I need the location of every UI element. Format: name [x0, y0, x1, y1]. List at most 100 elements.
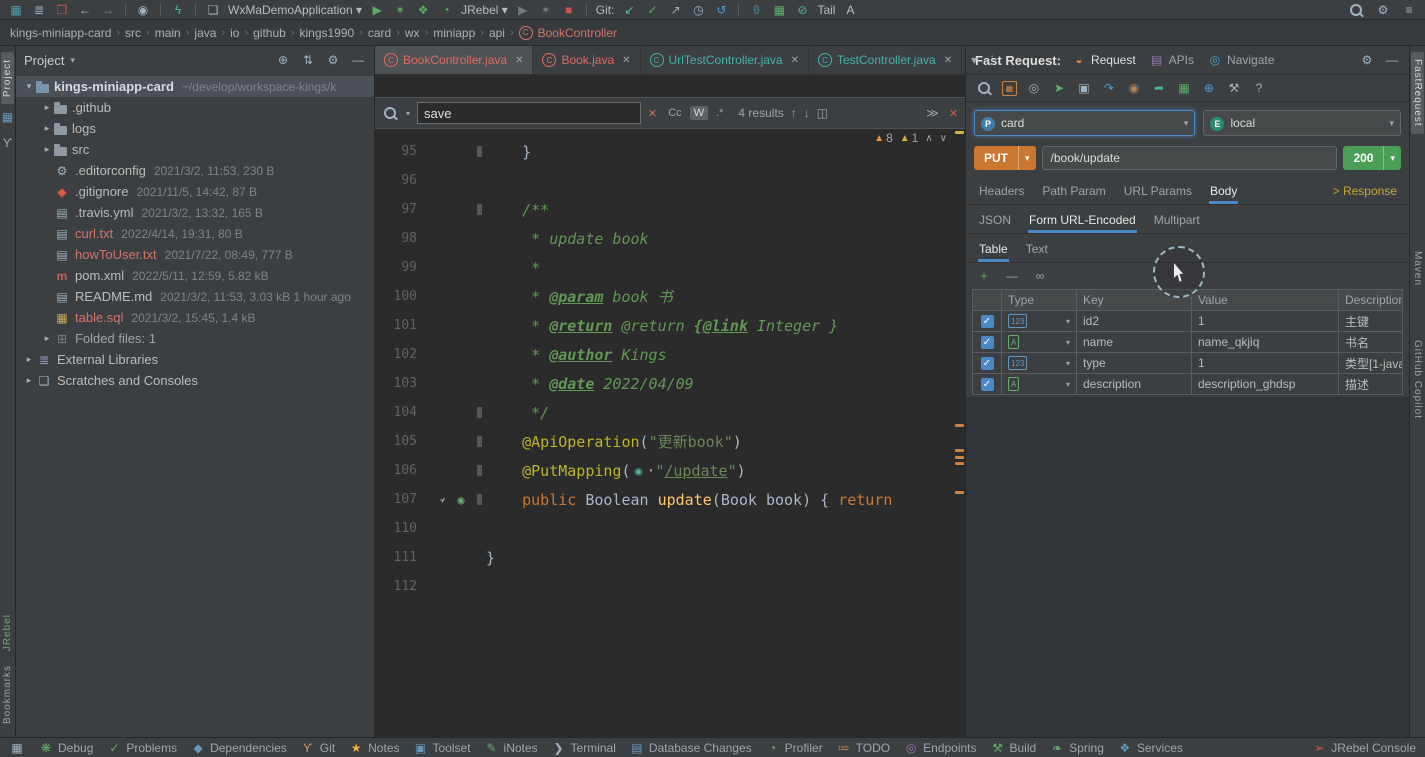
git-rollback-icon[interactable]: ↺ — [713, 2, 729, 18]
search-everywhere-icon[interactable] — [1350, 4, 1362, 16]
clear-find-icon[interactable]: ✕ — [648, 107, 657, 120]
fold-marker[interactable] — [477, 436, 482, 447]
request-tab-body[interactable]: Body — [1209, 178, 1238, 204]
cell-type[interactable]: 123▾ — [1002, 311, 1077, 331]
tree-expand-arrow[interactable]: ▾ — [22, 81, 36, 92]
method-select[interactable]: PUT ▾ — [974, 146, 1036, 170]
code-editor[interactable]: 95 }9697 /**98 * update book99 *100 * @p… — [375, 129, 965, 737]
cell-value[interactable]: 1 — [1192, 311, 1339, 331]
breadcrumb-item[interactable]: card — [368, 26, 391, 40]
request-tab-path-param[interactable]: Path Param — [1041, 178, 1106, 204]
fast-request-tab-apis[interactable]: ▤APIs — [1149, 52, 1194, 68]
debug-with-jrebel-icon[interactable]: ✶ — [538, 2, 554, 18]
fr-wrench-icon[interactable]: ⚒ — [1226, 80, 1242, 96]
response-status-button[interactable]: 200 ▾ — [1343, 146, 1401, 170]
find-toggle-w[interactable]: W — [690, 106, 708, 120]
statusbar-notes[interactable]: ★Notes — [348, 740, 399, 756]
cell-key[interactable]: description — [1077, 374, 1192, 394]
tree-item-curl-txt[interactable]: ▤curl.txt2022/4/14, 19:31, 80 B — [16, 223, 374, 244]
coverage-icon[interactable]: ❖ — [415, 2, 431, 18]
tree-expand-arrow[interactable]: ▸ — [40, 333, 54, 344]
close-tab-icon[interactable]: ✕ — [944, 55, 952, 66]
tree-item-scratches-and-consoles[interactable]: ▸❏Scratches and Consoles — [16, 370, 374, 391]
row-checkbox[interactable]: ✓ — [981, 336, 994, 349]
find-toggle--[interactable]: .* — [712, 106, 727, 120]
tree-item-external-libraries[interactable]: ▸≣External Libraries — [16, 349, 374, 370]
statusbar-todo[interactable]: ≔TODO — [836, 740, 890, 756]
statusbar-dependencies[interactable]: ◆Dependencies — [190, 740, 287, 756]
stripe-pull-requests-icon[interactable]: ϒ — [0, 135, 16, 151]
code-line-103[interactable]: 103 * @date 2022/04/09 — [375, 369, 965, 398]
tree-expand-arrow[interactable]: ▸ — [40, 123, 54, 134]
response-tab-link[interactable]: > Response — [1333, 184, 1397, 204]
tabs-more-icon[interactable]: ⋮ — [986, 53, 998, 67]
breadcrumb-item[interactable]: miniapp — [433, 26, 475, 40]
code-line-106[interactable]: 106 @PutMapping(◉▾"/update") — [375, 456, 965, 485]
params-table-row-name[interactable]: ✓A▾namename_qkjiq书名 — [973, 331, 1402, 352]
fr-settings-icon[interactable]: ⚙ — [1359, 52, 1375, 68]
run-configuration-select[interactable]: WxMaDemoApplication ▾ — [228, 3, 362, 17]
inspection-warning-badge[interactable]: ▲1 — [900, 131, 919, 145]
cell-key[interactable]: type — [1077, 353, 1192, 373]
tree-item-src[interactable]: ▸src — [16, 139, 374, 160]
statusbar-build[interactable]: ⚒Build — [990, 740, 1037, 756]
find-more-options-icon[interactable]: ≫ — [926, 106, 939, 120]
cell-description[interactable]: 书名 — [1339, 332, 1402, 352]
cell-type[interactable]: A▾ — [1002, 374, 1077, 394]
main-menu-icon[interactable]: ≣ — [31, 2, 47, 18]
tree-item-pom-xml[interactable]: mpom.xml2022/5/11, 12:59, 5.82 kB — [16, 265, 374, 286]
tree-item-table-sql[interactable]: ▦table.sql2021/3/2, 15:45, 1.4 kB — [16, 307, 374, 328]
type-dropdown-icon[interactable]: ▾ — [1066, 317, 1070, 326]
run-window-icon[interactable]: ❏ — [205, 2, 221, 18]
fold-marker[interactable] — [477, 146, 482, 157]
body-tab-json[interactable]: JSON — [978, 207, 1012, 233]
row-checkbox[interactable]: ✓ — [981, 315, 994, 328]
statusbar-problems[interactable]: ✓Problems — [106, 740, 177, 756]
tree-item-folded-files-1[interactable]: ▸⊞Folded files: 1 — [16, 328, 374, 349]
cell-description[interactable]: 主键 — [1339, 311, 1402, 331]
hamburger-menu-icon[interactable]: ≡ — [1401, 2, 1417, 18]
code-with-me-icon[interactable]: ◉ — [135, 2, 151, 18]
cell-key[interactable]: name — [1077, 332, 1192, 352]
code-line-107[interactable]: 107➢◉ public Boolean update(Book book) {… — [375, 485, 965, 514]
tree-item-project-root[interactable]: ▾kings-miniapp-card~/develop/workspace-k… — [16, 76, 374, 97]
breadcrumb-item[interactable]: wx — [405, 26, 420, 40]
cell-type[interactable]: A▾ — [1002, 332, 1077, 352]
cell-value[interactable]: 1 — [1192, 353, 1339, 373]
statusbar-debug[interactable]: ❋Debug — [38, 740, 93, 756]
jrebel-reload-icon[interactable]: ➢ — [432, 488, 455, 511]
disable-icon[interactable]: ⊘ — [794, 2, 810, 18]
locate-file-icon[interactable]: ⊕ — [275, 52, 291, 68]
tree-expand-arrow[interactable]: ▸ — [22, 375, 36, 386]
fold-marker[interactable] — [477, 204, 482, 215]
fr-redo-icon[interactable]: ↷ — [1101, 80, 1117, 96]
row-checkbox[interactable]: ✓ — [981, 378, 994, 391]
project-view-dropdown-icon[interactable]: ▾ — [70, 55, 75, 66]
forward-icon[interactable]: → — [100, 2, 116, 18]
profiler-icon[interactable]: ◔ — [438, 2, 454, 18]
close-find-icon[interactable]: ✕ — [949, 107, 958, 120]
stripe-structure-icon[interactable]: ▦ — [0, 109, 16, 125]
add-row-icon[interactable]: + — [976, 268, 992, 284]
collapse-all-icon[interactable]: ⇅ — [300, 52, 316, 68]
git-update-icon[interactable]: ↙ — [621, 2, 637, 18]
tree-item--github[interactable]: ▸.github — [16, 97, 374, 118]
editor-tab-book-java[interactable]: CBook.java✕ — [533, 46, 640, 74]
settings-gear-icon[interactable]: ⚙ — [1375, 2, 1391, 18]
code-line-102[interactable]: 102 * @author Kings — [375, 340, 965, 369]
fr-send-icon[interactable]: ➤ — [1051, 80, 1067, 96]
select-all-occurrences-icon[interactable]: ◫ — [817, 106, 828, 120]
statusbar-jrebel-console[interactable]: ➢JRebel Console — [1311, 740, 1416, 756]
fr-search-icon[interactable] — [978, 82, 990, 94]
tree-item--editorconfig[interactable]: ⚙.editorconfig2021/3/2, 11:53, 230 B — [16, 160, 374, 181]
statusbar-database-changes[interactable]: ▤Database Changes — [629, 740, 752, 756]
statusbar-terminal[interactable]: ❯Terminal — [551, 740, 616, 756]
request-tab-url-params[interactable]: URL Params — [1123, 178, 1193, 204]
spreadsheet-icon[interactable]: ▦ — [771, 2, 787, 18]
cell-description[interactable]: 描述 — [1339, 374, 1402, 394]
code-block-icon[interactable]: {} — [748, 2, 764, 18]
fr-target-icon[interactable]: ◎ — [1026, 80, 1042, 96]
close-tab-icon[interactable]: ✕ — [791, 55, 799, 66]
view-tab-text[interactable]: Text — [1025, 236, 1049, 262]
breadcrumb-item[interactable]: src — [125, 26, 141, 40]
